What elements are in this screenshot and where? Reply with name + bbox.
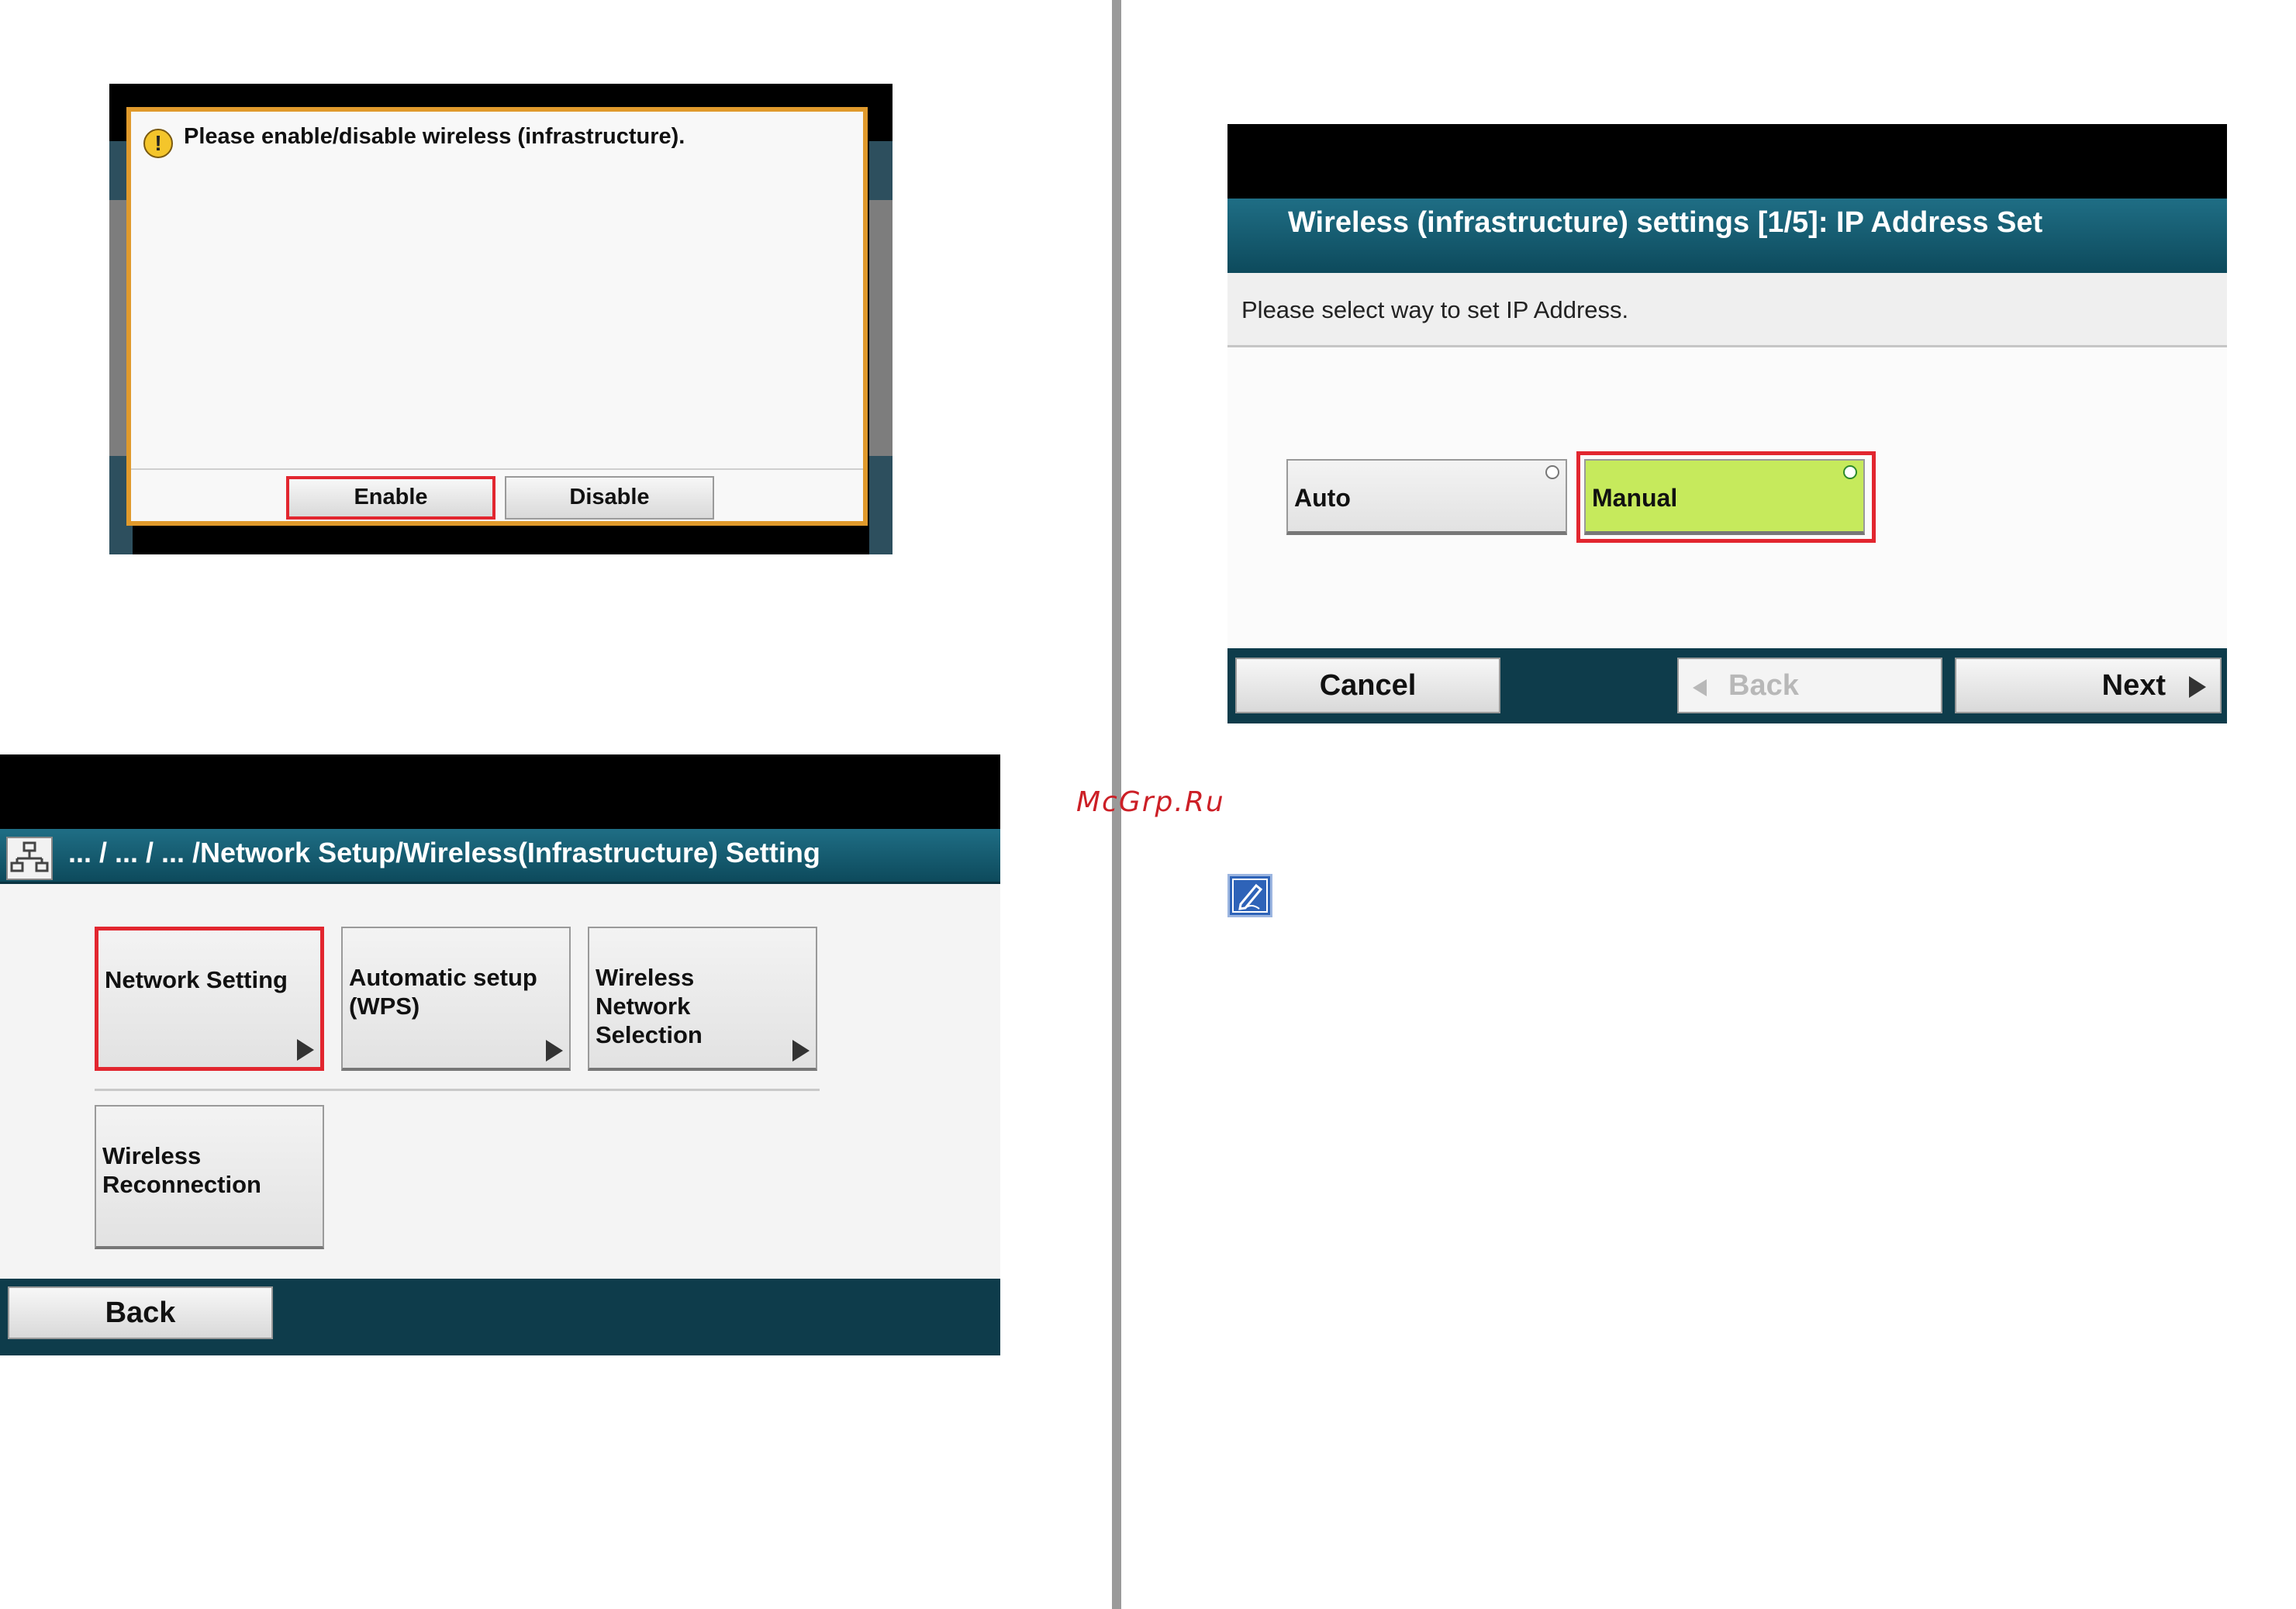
network-setup-screen: ... / ... / ... /Network Setup/Wireless(… [0,754,1000,1355]
arrow-right-icon [792,1040,810,1062]
arrow-right-icon [2189,676,2206,698]
radio-selected-icon [1843,465,1857,479]
back-label: Back [1728,669,1799,702]
breadcrumb: ... / ... / ... /Network Setup/Wireless(… [68,837,820,868]
network-icon [6,837,53,880]
tile-wireless-reconnection[interactable]: Wireless Reconnection [95,1105,324,1249]
option-auto[interactable]: Auto [1286,459,1567,535]
ip-address-set-screen: Wireless (infrastructure) settings [1/5]… [1227,124,2227,723]
instruction-text: Please select way to set IP Address. [1241,296,1629,323]
tile-divider [95,1089,820,1091]
tile-wireless-network-selection[interactable]: Wireless Network Selection [588,927,817,1071]
enable-button[interactable]: Enable [286,476,495,520]
next-label: Next [2101,669,2166,702]
arrow-left-icon [1693,679,1707,696]
radio-icon [1545,465,1559,479]
watermark: McGrp.Ru [1076,786,1225,818]
wireless-enable-dialog-screen: ! Please enable/disable wireless (infras… [109,84,893,554]
tile-automatic-setup-wps[interactable]: Automatic setup (WPS) [341,927,571,1071]
screen-title: Wireless (infrastructure) settings [1/5]… [1288,206,2043,239]
tile-label: Wireless Network Selection [596,964,703,1048]
cancel-button[interactable]: Cancel [1235,658,1500,713]
option-manual[interactable]: Manual [1584,459,1865,535]
next-button[interactable]: Next [1955,658,2222,713]
option-label: Manual [1592,484,1678,512]
dialog-divider [131,468,863,470]
screen-top-bar [0,754,1000,829]
screen-top-bar [1227,124,2227,199]
disable-button[interactable]: Disable [505,476,714,520]
breadcrumb-bar: ... / ... / ... /Network Setup/Wireless(… [0,829,1000,884]
background-stripe [869,200,893,456]
tile-label: Network Setting [105,966,288,993]
tile-network-setting[interactable]: Network Setting [95,927,324,1071]
arrow-right-icon [297,1039,314,1061]
title-bar: Wireless (infrastructure) settings [1/5]… [1227,199,2227,273]
tile-label: Wireless Reconnection [102,1142,261,1198]
tile-label: Automatic setup (WPS) [349,964,537,1020]
dialog-message: Please enable/disable wireless (infrastr… [184,124,685,149]
confirm-dialog: ! Please enable/disable wireless (infras… [126,107,868,526]
pencil-note-icon [1227,874,1272,917]
back-button[interactable]: Back [8,1286,273,1339]
back-button-disabled[interactable]: Back [1677,658,1942,713]
warning-icon: ! [143,129,173,158]
option-label: Auto [1294,484,1351,512]
arrow-right-icon [546,1040,563,1062]
